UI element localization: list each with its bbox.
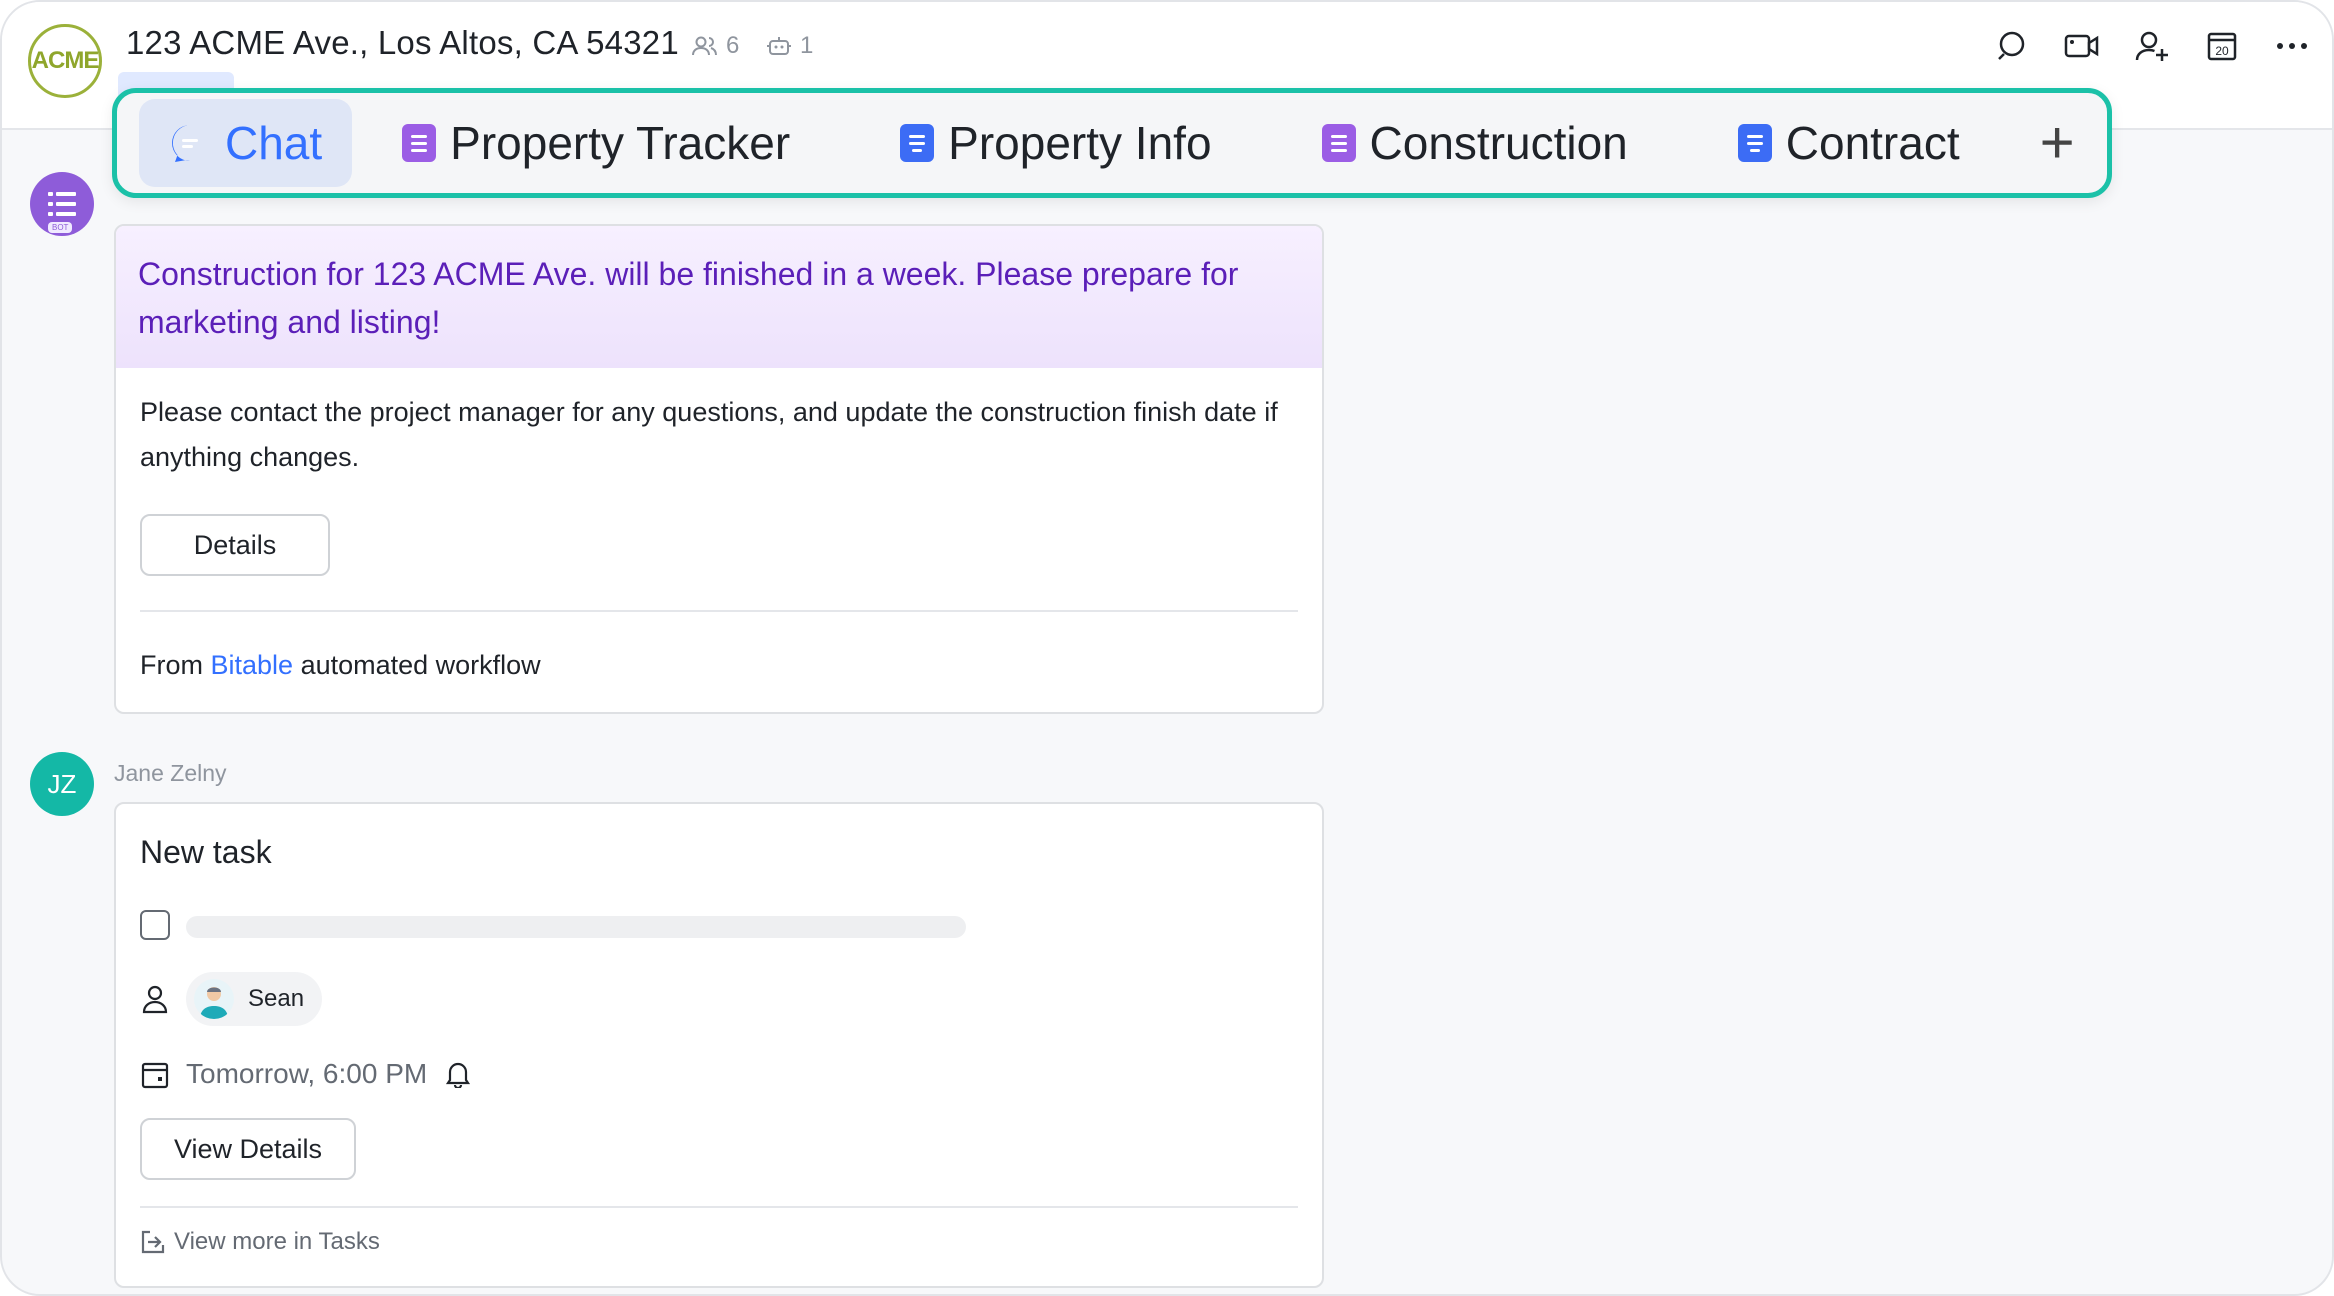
tab-property-tracker-label: Property Tracker [450, 117, 791, 169]
bitable-link[interactable]: Bitable [211, 650, 294, 680]
bot-message-body: Please contact the project manager for a… [140, 397, 1278, 472]
add-tab-button[interactable]: + [2040, 113, 2075, 173]
task-name-placeholder [186, 916, 966, 938]
tab-construction-label: Construction [1369, 117, 1628, 169]
bot-badge: BOT [48, 222, 73, 233]
due-date[interactable]: Tomorrow, 6:00 PM [186, 1058, 471, 1090]
due-date-text: Tomorrow, 6:00 PM [186, 1058, 428, 1089]
footer-prefix: From [140, 650, 211, 680]
group-avatar-text: ACME [31, 47, 100, 74]
calendar-day: 20 [2215, 44, 2229, 58]
chat-bubble-icon [172, 125, 198, 162]
tab-chat-label: Chat [225, 117, 323, 169]
bot-message-card: Construction for 123 ACME Ave. will be f… [114, 224, 1324, 714]
tab-bar: Chat Property Tracker Property Info Cons… [112, 88, 2112, 198]
details-button[interactable]: Details [140, 514, 330, 576]
bitable-icon [1321, 124, 1356, 162]
bot-message-headline: Construction for 123 ACME Ave. will be f… [116, 226, 1322, 368]
bot-icon [767, 37, 791, 55]
doc-icon [1737, 124, 1772, 162]
view-more-in-tasks-link[interactable]: View more in Tasks [140, 1228, 380, 1256]
view-more-label: View more in Tasks [174, 1228, 380, 1255]
bell-icon[interactable] [445, 1060, 471, 1088]
calendar-icon[interactable]: 20 [2202, 26, 2242, 66]
bitable-icon [402, 124, 437, 162]
assignee-icon [142, 985, 168, 1014]
assignee-name: Sean [248, 985, 305, 1012]
member-count-value: 6 [726, 32, 740, 59]
video-call-icon[interactable] [2062, 26, 2102, 66]
open-in-icon [141, 1230, 165, 1254]
task-checkbox[interactable] [140, 910, 170, 940]
tab-construction[interactable]: Construction [1292, 99, 1658, 187]
members-icon [692, 36, 717, 56]
assignee-avatar [194, 979, 234, 1019]
tab-property-tracker[interactable]: Property Tracker [372, 99, 820, 187]
footer-suffix: automated workflow [293, 650, 541, 680]
task-card-divider [140, 1206, 1298, 1208]
due-date-icon [141, 1062, 169, 1089]
card-footer: From Bitable automated workflow [140, 650, 541, 681]
sender-name[interactable]: Jane Zelny [114, 760, 227, 787]
bitable-icon [48, 192, 76, 216]
card-divider [140, 610, 1298, 612]
task-card-title: New task [140, 834, 272, 870]
assignee-chip[interactable]: Sean [186, 972, 323, 1026]
search-icon[interactable] [1992, 26, 2032, 66]
more-icon[interactable] [2272, 26, 2312, 66]
group-avatar[interactable]: ACME [28, 24, 102, 98]
view-details-button[interactable]: View Details [140, 1118, 356, 1180]
tab-chat[interactable]: Chat [139, 99, 353, 187]
task-card: New task Sean Tomorrow, 6:00 PM View Det… [114, 802, 1324, 1288]
tab-property-info[interactable]: Property Info [870, 99, 1241, 187]
doc-icon [900, 124, 935, 162]
tab-property-info-label: Property Info [948, 117, 1212, 169]
bot-count[interactable]: 1 [766, 32, 813, 60]
sender-avatar[interactable]: JZ [30, 752, 94, 816]
app-window: ACME 123 ACME Ave., Los Altos, CA 54321 … [0, 0, 2334, 1296]
header-actions: 20 [1992, 26, 2312, 66]
tab-contract-label: Contract [1785, 117, 1960, 169]
bot-count-value: 1 [800, 32, 814, 59]
page-title: 123 ACME Ave., Los Altos, CA 54321 [126, 24, 679, 61]
member-count[interactable]: 6 [692, 32, 739, 60]
tab-contract[interactable]: Contract [1708, 99, 1990, 187]
add-member-icon[interactable] [2132, 26, 2172, 66]
